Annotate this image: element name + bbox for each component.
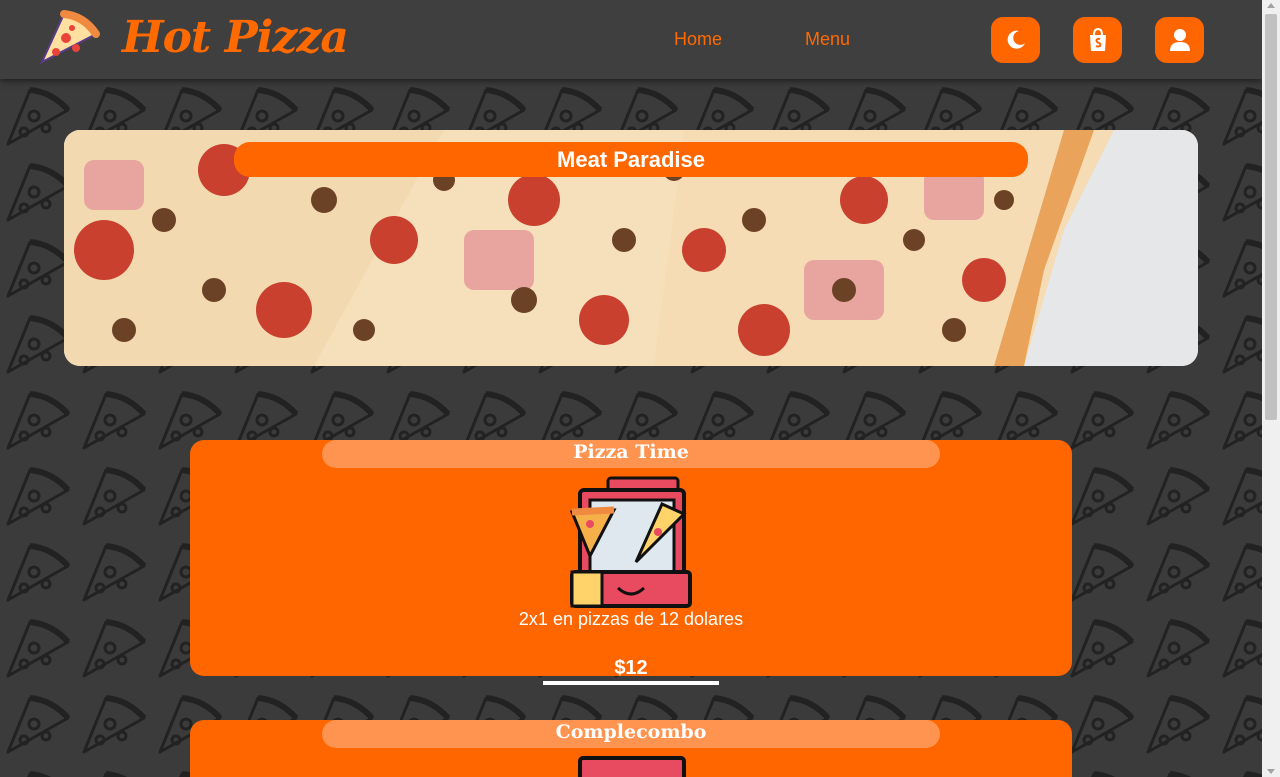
top-navbar: Hot Pizza Home Menu bbox=[0, 0, 1262, 79]
nav-link-home[interactable]: Home bbox=[674, 29, 722, 50]
scroll-up-arrow-icon[interactable] bbox=[1267, 3, 1275, 8]
card-description: 2x1 en pizzas de 12 dolares bbox=[518, 609, 744, 629]
nav-link-menu[interactable]: Menu bbox=[805, 29, 850, 50]
cart-button[interactable] bbox=[1073, 17, 1122, 63]
card-title: Pizza Time bbox=[322, 440, 940, 468]
card-price: $12 bbox=[614, 657, 648, 679]
user-account-button[interactable] bbox=[1155, 17, 1204, 63]
scrollbar-thumb[interactable] bbox=[1265, 14, 1277, 420]
moon-icon bbox=[1007, 30, 1025, 49]
user-icon bbox=[1169, 29, 1190, 51]
scroll-down-arrow-icon[interactable] bbox=[1267, 769, 1275, 774]
pizza-box-icon bbox=[566, 756, 696, 777]
price-underline bbox=[543, 681, 719, 685]
card-title: Complecombo bbox=[322, 720, 940, 748]
vertical-scrollbar[interactable] bbox=[1262, 0, 1280, 777]
shopping-bag-icon bbox=[1089, 28, 1106, 51]
pizza-box-icon bbox=[566, 476, 696, 610]
theme-toggle-button[interactable] bbox=[991, 17, 1040, 63]
hero-title: Meat Paradise bbox=[234, 142, 1028, 177]
brand-name[interactable]: Hot Pizza bbox=[122, 12, 349, 63]
pizza-slice-icon[interactable] bbox=[36, 6, 102, 68]
